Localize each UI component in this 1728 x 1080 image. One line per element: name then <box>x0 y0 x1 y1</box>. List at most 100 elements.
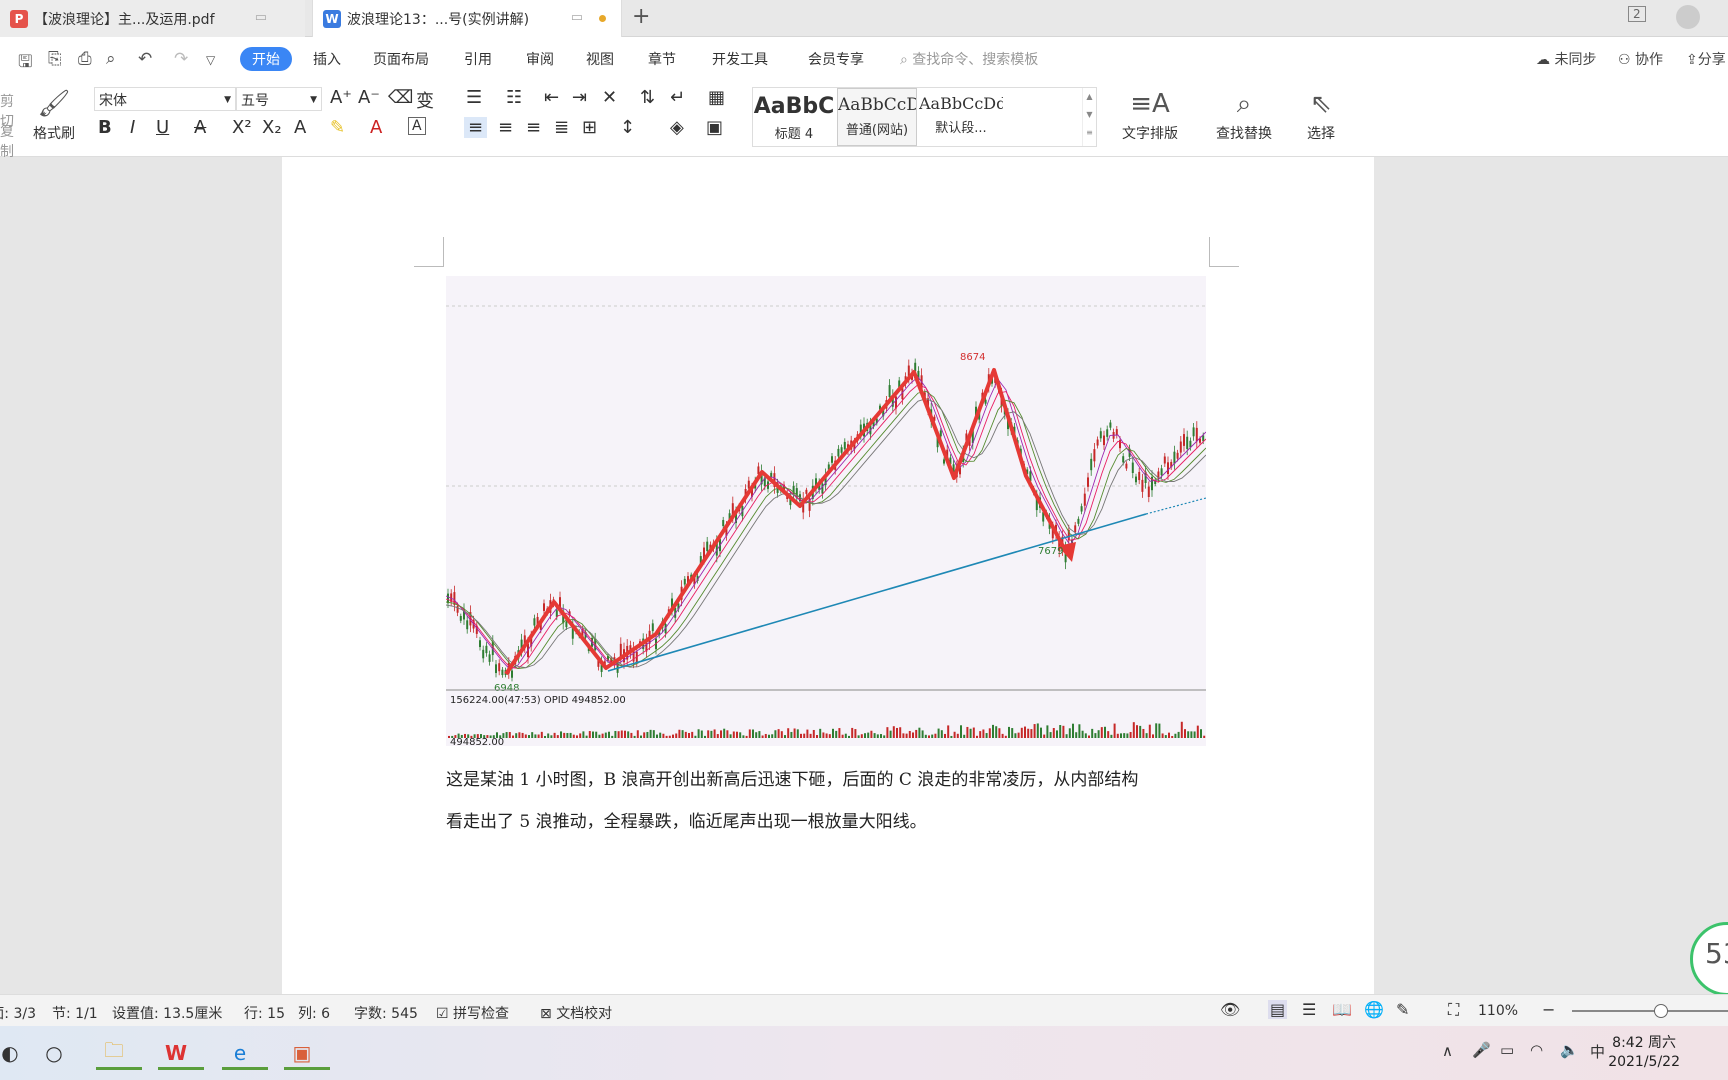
style-normal-web[interactable]: AaBbCcDd 普通(网站) <box>837 88 917 146</box>
text-effect-icon[interactable]: A <box>294 117 306 138</box>
menu-view[interactable]: 视图 <box>586 49 614 69</box>
outline-view-icon[interactable]: ☰ <box>1302 1000 1316 1019</box>
read-view-icon[interactable]: 📖 <box>1332 1000 1352 1019</box>
style-heading4[interactable]: AaBbC 标题 4 <box>753 88 835 146</box>
select-button[interactable]: ⇖ 选择 <box>1296 89 1346 143</box>
menu-review[interactable]: 审阅 <box>526 49 554 69</box>
align-center-icon[interactable]: ≡ <box>498 117 513 138</box>
tray-expand-icon[interactable]: ∧ <box>1442 1042 1453 1060</box>
numbering-icon[interactable]: ☷ <box>506 87 522 108</box>
tab-pdf[interactable]: P 【波浪理论】主...及运用.pdf ▭ <box>0 0 305 37</box>
shrink-font-icon[interactable]: A⁻ <box>358 87 380 108</box>
subscript-icon[interactable]: X₂ <box>262 117 282 138</box>
borders-icon[interactable]: ▣ <box>706 117 723 138</box>
system-clock[interactable]: 8:42 周六 2021/5/22 <box>1608 1034 1680 1072</box>
menu-home[interactable]: 开始 <box>240 47 292 71</box>
format-icon[interactable]: ⎘ <box>48 49 62 69</box>
menu-references[interactable]: 引用 <box>464 49 492 69</box>
italic-icon[interactable]: I <box>130 117 135 138</box>
copy-button[interactable]: 复制 <box>0 121 22 161</box>
volume-icon[interactable]: 🔈 <box>1560 1041 1579 1059</box>
document-paragraph[interactable]: 这是某油 1 小时图，B 浪高开创出新高后迅速下砸，后面的 C 浪走的非常凌厉，… <box>446 765 1216 790</box>
style-default[interactable]: AaBbCcDd 默认段... <box>919 88 1003 146</box>
share-button[interactable]: ⇪分享 <box>1686 49 1728 69</box>
presentation-app-icon[interactable]: ▣ <box>284 1036 330 1070</box>
eye-protect-icon[interactable]: 👁 <box>1220 1000 1240 1019</box>
command-search[interactable]: ⌕ 查找命令、搜索模板 <box>900 49 1038 69</box>
zoom-out-icon[interactable]: − <box>1542 1000 1555 1019</box>
document-area[interactable]: 8674 7679 6948 156224.00(47:53) OPID 494… <box>0 157 1728 994</box>
window-count-badge[interactable]: 2 <box>1628 6 1646 22</box>
battery-icon[interactable]: ▭ <box>1500 1041 1514 1059</box>
menu-developer[interactable]: 开发工具 <box>712 49 768 69</box>
distribute-icon[interactable]: ⊞ <box>582 117 597 138</box>
sync-button[interactable]: ☁ 未同步 <box>1536 49 1596 69</box>
superscript-icon[interactable]: X² <box>232 117 252 138</box>
highlight-icon[interactable]: ✎ <box>330 117 345 138</box>
line-spacing-icon[interactable]: ↕ <box>620 117 635 138</box>
gallery-scroll[interactable]: ▲ ▼ ≡ <box>1082 88 1096 146</box>
menu-chapter[interactable]: 章节 <box>648 49 676 69</box>
wps-icon[interactable]: W <box>158 1036 204 1070</box>
chinese-layout-icon[interactable]: ✕ <box>602 87 617 108</box>
table-grid-icon[interactable]: ▦ <box>708 87 725 108</box>
char-border-icon[interactable]: A <box>408 117 426 135</box>
tab-wps-doc[interactable]: W 波浪理论13：...号(实例讲解) ▭ <box>312 0 622 37</box>
word-count[interactable]: 字数: 545 <box>354 1003 418 1023</box>
menu-layout[interactable]: 页面布局 <box>373 49 429 69</box>
collab-button[interactable]: ⚇ 协作 <box>1618 49 1663 69</box>
shading-icon[interactable]: ◈ <box>670 117 684 138</box>
chart-image[interactable]: 8674 7679 6948 156224.00(47:53) OPID 494… <box>445 276 1207 748</box>
zoom-level[interactable]: 110% <box>1478 1003 1518 1019</box>
redo-icon[interactable]: ↷ <box>174 49 188 69</box>
file-explorer-icon[interactable]: 🗀 <box>96 1036 142 1070</box>
print-preview-icon[interactable]: ⌕ <box>106 49 116 69</box>
font-color-icon[interactable]: A <box>370 117 382 138</box>
document-paragraph[interactable]: 看走出了 5 浪推动，全程暴跌，临近尾声出现一根放量大阳线。 <box>446 807 1216 832</box>
sort-icon[interactable]: ⇅ <box>640 87 655 108</box>
section-indicator[interactable]: 节: 1/1 <box>52 1003 98 1023</box>
font-size-select[interactable]: 五号 ▼ <box>236 87 322 111</box>
zoom-slider[interactable] <box>1572 1004 1728 1018</box>
spell-check-button[interactable]: ☑ 拼写检查 <box>436 1003 509 1023</box>
save-icon[interactable]: 🖫 <box>18 49 32 78</box>
show-marks-icon[interactable]: ↵ <box>670 87 685 108</box>
justify-icon[interactable]: ≣ <box>554 117 569 138</box>
write-view-icon[interactable]: ✎ <box>1396 1000 1409 1019</box>
format-painter-button[interactable]: 🖌 格式刷 <box>28 89 80 143</box>
grow-font-icon[interactable]: A⁺ <box>330 87 352 108</box>
start-icon[interactable]: ◐ <box>0 1036 20 1070</box>
document-page[interactable]: 8674 7679 6948 156224.00(47:53) OPID 494… <box>282 157 1374 994</box>
avatar[interactable] <box>1676 5 1700 29</box>
menu-insert[interactable]: 插入 <box>313 49 341 69</box>
microphone-icon[interactable]: 🎤 <box>1472 1041 1491 1059</box>
clear-format-icon[interactable]: ⌫ <box>388 87 413 108</box>
print-icon[interactable]: ⎙ <box>78 49 92 69</box>
bold-icon[interactable]: B <box>98 117 112 138</box>
cortana-icon[interactable]: ○ <box>36 1036 72 1070</box>
underline-icon[interactable]: U <box>156 117 169 138</box>
page-view-icon[interactable]: ▤ <box>1268 1000 1288 1019</box>
new-tab-button[interactable]: + <box>632 4 650 29</box>
align-right-icon[interactable]: ≡ <box>526 117 541 138</box>
bullets-icon[interactable]: ☰ <box>466 87 482 108</box>
undo-icon[interactable]: ↶ <box>138 49 152 69</box>
edge-icon[interactable]: e <box>222 1036 268 1070</box>
ime-indicator[interactable]: 中 <box>1590 1041 1605 1062</box>
web-view-icon[interactable]: 🌐 <box>1364 1000 1384 1019</box>
increase-indent-icon[interactable]: ⇥ <box>572 87 587 108</box>
font-family-select[interactable]: 宋体 ▼ <box>94 87 236 111</box>
strikethrough-icon[interactable]: A <box>194 117 206 138</box>
phonetic-icon[interactable]: 变 <box>416 87 434 113</box>
menu-member[interactable]: 会员专享 <box>808 49 864 69</box>
page-indicator[interactable]: 页面: 3/3 <box>0 1003 36 1023</box>
customize-icon[interactable]: ▽ <box>206 53 215 67</box>
text-layout-button[interactable]: ≡A 文字排版 <box>1112 89 1188 143</box>
fit-page-icon[interactable]: ⛶ <box>1448 1000 1459 1020</box>
setting-indicator[interactable]: 设置值: 13.5厘米 <box>112 1003 222 1023</box>
zoom-slider-thumb[interactable] <box>1654 1004 1668 1018</box>
proofread-button[interactable]: ⊠ 文档校对 <box>540 1003 612 1023</box>
decrease-indent-icon[interactable]: ⇤ <box>544 87 559 108</box>
wifi-icon[interactable]: ◠ <box>1530 1041 1543 1059</box>
align-left-icon[interactable]: ≡ <box>464 117 488 138</box>
